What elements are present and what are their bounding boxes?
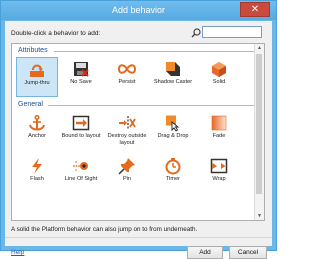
behavior-item-line-of-sight[interactable]: Line Of Sight	[60, 154, 102, 194]
window-title: Add behavior	[111, 5, 166, 15]
behavior-item-drag-drop[interactable]: Drag & Drop	[152, 111, 194, 151]
pin-icon	[118, 158, 135, 175]
behavior-description: A solid the Platform behavior can also j…	[11, 226, 198, 233]
behavior-label: Fade	[212, 133, 226, 139]
shadow-caster-icon	[166, 62, 180, 76]
behavior-item-destroy-outside-layout[interactable]: Destroy outside layout	[106, 111, 148, 151]
group-divider	[48, 105, 254, 106]
behavior-item-jump-thru[interactable]: Jump-thru	[16, 57, 58, 97]
flash-icon	[32, 158, 42, 174]
behavior-label: Timer	[165, 176, 181, 182]
behavior-label: Shadow Caster	[153, 79, 193, 85]
solid-icon	[212, 62, 226, 77]
add-button[interactable]: Add	[187, 246, 223, 259]
behavior-item-no-save[interactable]: No Save	[60, 57, 102, 97]
bound-to-layout-icon	[72, 115, 90, 131]
dialog-body: Double-click a behavior to add: Attribut…	[5, 21, 272, 259]
behavior-item-pin[interactable]: Pin	[106, 154, 148, 194]
behavior-item-flash[interactable]: Flash	[16, 154, 58, 194]
behavior-label: Jump-thru	[24, 80, 50, 86]
behavior-item-fade[interactable]: Fade	[198, 111, 240, 151]
behavior-item-persist[interactable]: Persist	[106, 57, 148, 97]
behavior-label: Destroy outside layout	[107, 133, 147, 146]
drag-drop-icon	[166, 115, 180, 132]
no-save-icon	[74, 62, 89, 77]
behavior-label: Line Of Sight	[64, 176, 98, 182]
group-divider	[54, 51, 254, 52]
close-button[interactable]: ✕	[240, 2, 270, 17]
line-of-sight-icon	[73, 161, 88, 171]
behavior-item-wrap[interactable]: Wrap	[198, 154, 240, 194]
persist-icon	[118, 64, 136, 74]
help-link[interactable]: Help	[11, 249, 24, 256]
destroy-outside-layout-icon	[119, 116, 136, 130]
behavior-label: Flash	[30, 176, 44, 182]
behavior-item-anchor[interactable]: Anchor	[16, 111, 58, 151]
instruction-label: Double-click a behavior to add:	[11, 30, 101, 37]
behavior-label: Persist	[118, 79, 136, 85]
timer-icon	[165, 158, 181, 175]
behavior-list: Attributes Jump-thru No Save Persist Sha…	[11, 43, 265, 221]
behavior-label: Pin	[122, 176, 132, 182]
group-header-attributes: Attributes	[18, 47, 48, 54]
fade-icon	[211, 115, 227, 131]
jump-thru-icon	[30, 64, 44, 77]
add-behavior-dialog: Add behavior ✕ Double-click a behavior t…	[0, 0, 277, 259]
footer-divider	[5, 237, 272, 238]
behavior-label: Solid	[212, 79, 226, 85]
behavior-label: Wrap	[212, 176, 226, 182]
group-header-general: General	[18, 101, 43, 108]
scroll-thumb[interactable]	[256, 54, 262, 194]
behavior-label: Anchor	[28, 133, 46, 139]
behavior-label: Bound to layout	[61, 133, 101, 139]
list-scrollbar[interactable]: ▲ ▼	[254, 44, 264, 220]
behavior-item-bound-to-layout[interactable]: Bound to layout	[60, 111, 102, 151]
behavior-label: Drag & Drop	[157, 133, 189, 139]
wrap-icon	[210, 158, 228, 174]
scroll-down-icon[interactable]: ▼	[256, 212, 263, 220]
search-input[interactable]	[202, 26, 262, 38]
title-bar: Add behavior ✕	[1, 1, 276, 20]
scroll-up-icon[interactable]: ▲	[256, 44, 263, 52]
behavior-item-shadow-caster[interactable]: Shadow Caster	[152, 57, 194, 97]
anchor-icon	[29, 114, 45, 131]
behavior-label: No Save	[70, 79, 92, 85]
behavior-item-solid[interactable]: Solid	[198, 57, 240, 97]
cancel-button[interactable]: Cancel	[229, 246, 267, 259]
search-icon	[191, 28, 201, 38]
behavior-item-timer[interactable]: Timer	[152, 154, 194, 194]
